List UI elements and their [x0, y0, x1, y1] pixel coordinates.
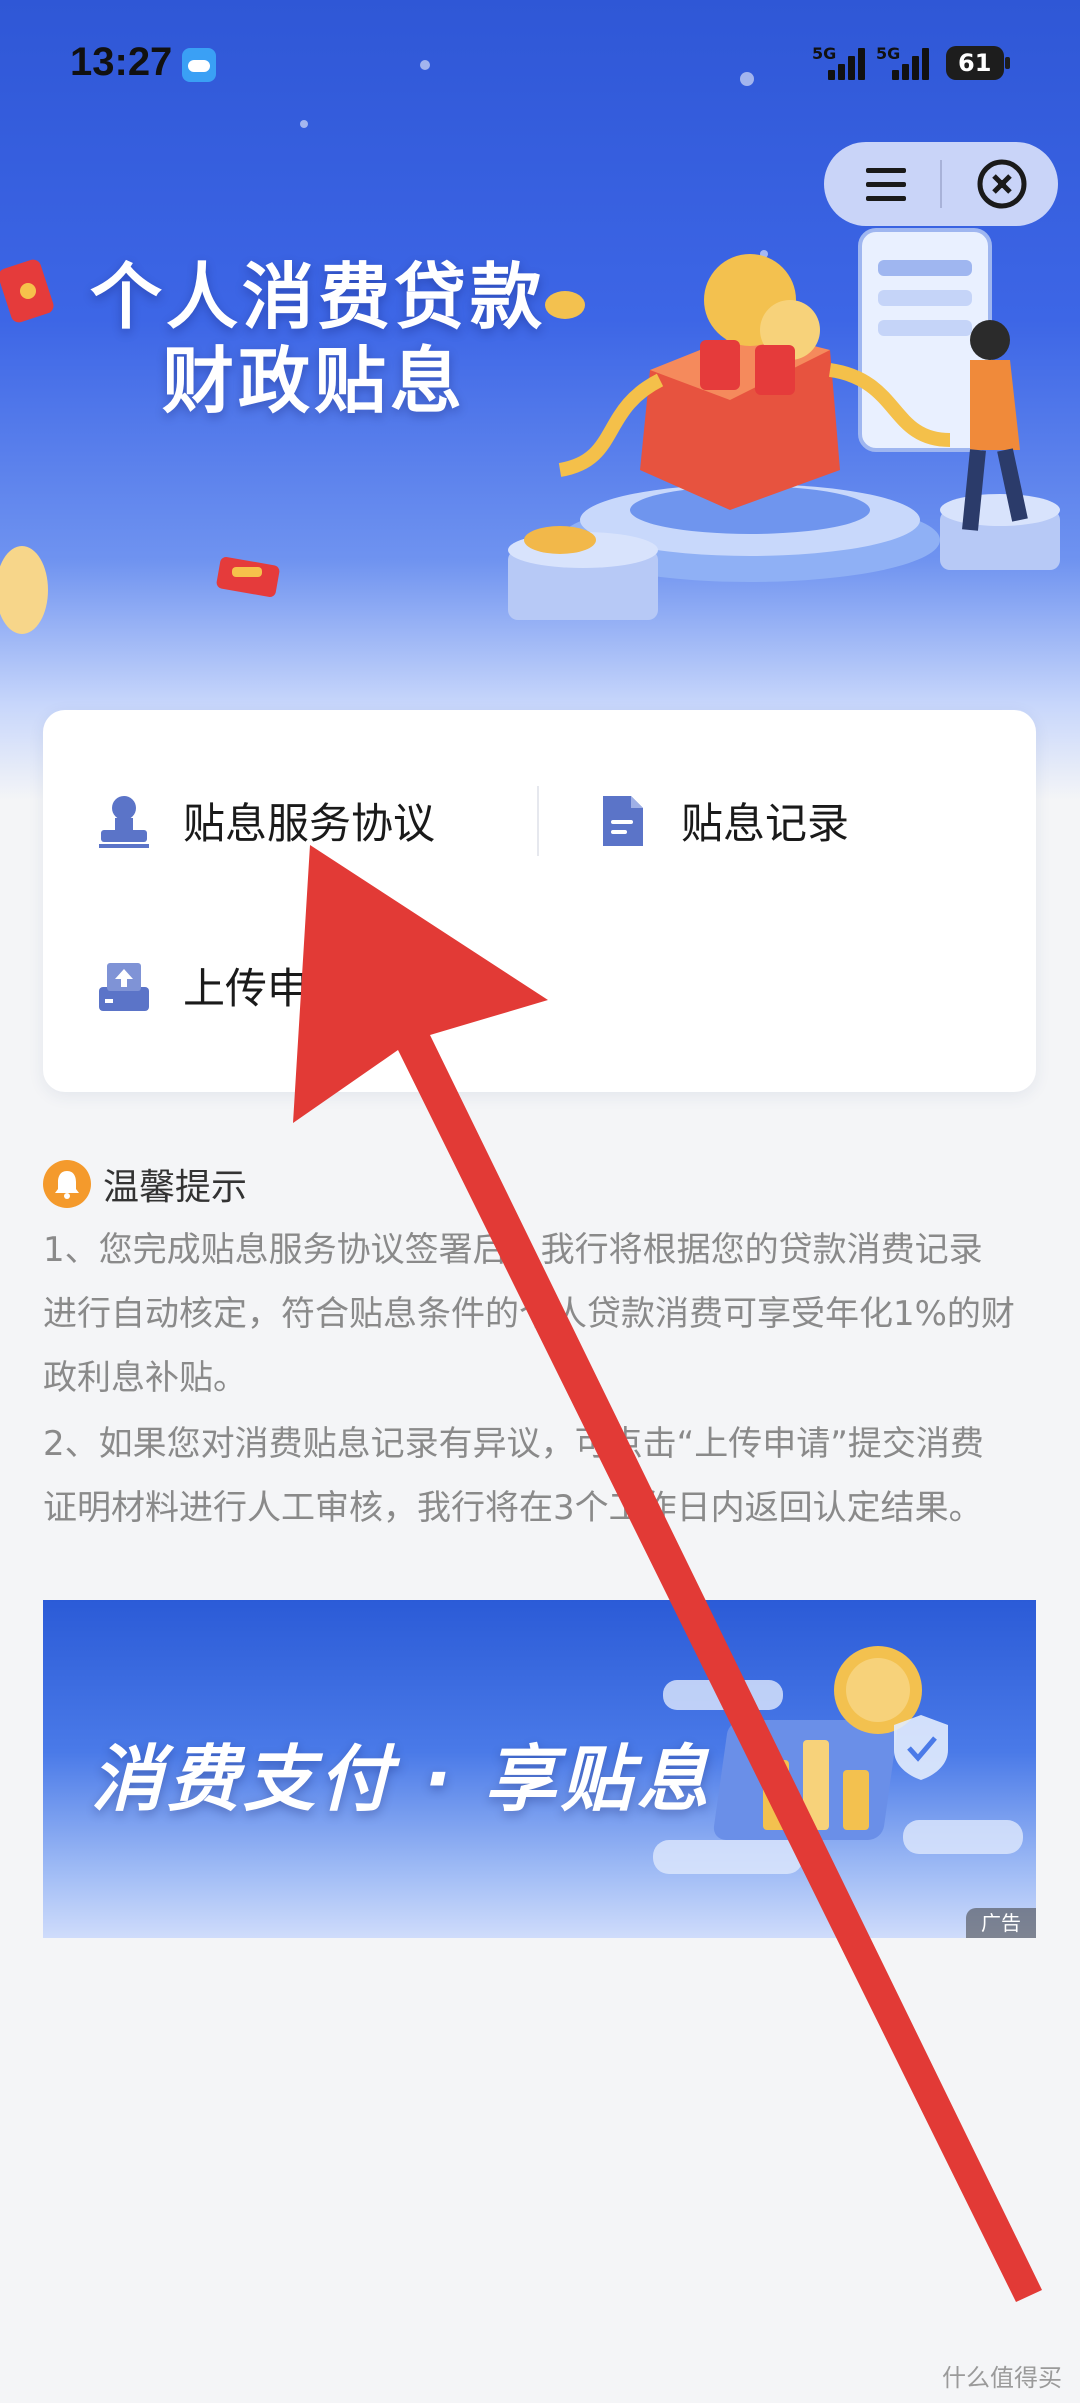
- ad-banner[interactable]: 消费支付 · 享贴息 广告: [43, 1600, 1036, 1938]
- tips-title: 温馨提示: [103, 1167, 248, 1208]
- service-card: 贴息服务协议 贴息记录 上传申: [43, 710, 1036, 1092]
- hero-banner: 个人消费贷款 财政贴息: [0, 0, 1080, 800]
- illustration-gift-box: [508, 228, 1060, 620]
- tip-1-line-3: 政利息补贴。: [43, 1358, 247, 1398]
- subsidy-record-button[interactable]: 贴息记录: [593, 790, 849, 851]
- watermark: 什么值得买: [942, 2364, 1062, 2392]
- tip-2-line-2: 证明材料进行人工审核，我行将在3个工作日内返回认定结果。: [43, 1488, 983, 1528]
- subsidy-record-label: 贴息记录: [681, 799, 850, 848]
- battery-icon: 61: [946, 46, 1010, 80]
- stamp-icon: [99, 795, 149, 848]
- status-time: 13:27: [70, 40, 173, 84]
- tips-header: 温馨提示: [43, 1158, 247, 1210]
- coin-icon: [0, 546, 48, 634]
- tip-2-line-1: 2、如果您对消费贴息记录有异议，可点击“上传申请”提交消费: [43, 1424, 984, 1464]
- bell-icon: [43, 1160, 91, 1208]
- signal-icon: 5G: [876, 44, 940, 80]
- service-agreement-label: 贴息服务协议: [183, 799, 436, 848]
- capsule-divider: [940, 160, 942, 208]
- tip-1: 1、您完成贴息服务协议签署后，我行将根据您的贷款消费记录 进行自动核定，符合贴息…: [43, 1218, 1041, 1410]
- status-bar: 13:27 5G 5G 61: [0, 0, 1080, 120]
- upload-application-label: 上传申: [183, 964, 310, 1013]
- menu-icon[interactable]: [856, 154, 916, 214]
- card-divider: [537, 786, 539, 856]
- ad-label: 广告: [966, 1908, 1036, 1938]
- tip-1-line-1: 1、您完成贴息服务协议签署后，我行将根据您的贷款消费记录: [43, 1230, 983, 1270]
- document-icon: [603, 795, 643, 846]
- close-circle-icon[interactable]: [972, 154, 1032, 214]
- upload-icon: [99, 962, 149, 1011]
- hero-title-line1: 个人消费贷款: [90, 255, 547, 339]
- network-label: 5G: [876, 44, 901, 63]
- tip-1-line-2: 进行自动核定，符合贴息条件的个人贷款消费可享受年化1%的财: [43, 1294, 1015, 1334]
- network-label: 5G: [812, 44, 837, 63]
- hero-title-line2: 财政贴息: [162, 339, 467, 423]
- upload-application-button[interactable]: 上传申: [95, 955, 309, 1016]
- red-envelope-icon: [216, 556, 280, 598]
- mini-program-capsule: [824, 142, 1058, 226]
- battery-level: 61: [958, 49, 992, 77]
- red-envelope-icon: [0, 259, 54, 323]
- banner-text: 消费支付 · 享贴息: [91, 1737, 713, 1821]
- hero-title: 个人消费贷款 财政贴息: [90, 255, 546, 423]
- service-agreement-button[interactable]: 贴息服务协议: [95, 790, 435, 851]
- signal-icon: 5G: [812, 44, 876, 80]
- weather-icon: [182, 48, 216, 82]
- tip-2: 2、如果您对消费贴息记录有异议，可点击“上传申请”提交消费 证明材料进行人工审核…: [43, 1412, 1041, 1540]
